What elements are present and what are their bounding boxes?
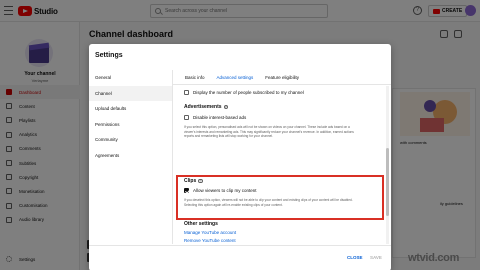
remove-content-link[interactable]: Remove YouTube content [184,238,236,243]
settings-nav-agreements[interactable]: Agreements [89,148,172,164]
manage-account-link[interactable]: Manage YouTube account [184,230,236,235]
settings-nav-permissions[interactable]: Permissions [89,117,172,133]
tabs-divider [173,84,391,85]
footer-divider [89,245,391,246]
close-button[interactable]: CLOSE [347,255,363,260]
subscribers-checkbox[interactable] [184,90,189,95]
advertisements-description: If you select this option, personalised … [184,125,354,139]
settings-nav-upload-defaults[interactable]: Upload defaults [89,101,172,117]
advertisements-heading: Advertisements ? [184,104,229,110]
interest-ads-label: Disable interest-based ads [193,115,247,120]
settings-nav-channel[interactable]: Channel [89,85,172,101]
subscribers-checkbox-label: Display the number of people subscribed … [193,90,304,95]
help-icon[interactable]: ? [223,104,229,110]
settings-nav: General Channel Upload defaults Permissi… [89,70,173,244]
settings-nav-general[interactable]: General [89,70,172,86]
settings-nav-community[interactable]: Community [89,132,172,148]
interest-ads-option[interactable]: Disable interest-based ads [184,115,246,120]
save-button[interactable]: SAVE [370,255,382,260]
interest-ads-checkbox[interactable] [184,115,189,120]
other-settings-heading: Other settings [184,221,218,227]
dialog-title: Settings [95,52,123,59]
subscribers-count-option[interactable]: Display the number of people subscribed … [184,90,304,95]
settings-dialog: Settings General Channel Upload defaults… [89,44,391,270]
clips-highlight-box [176,175,384,220]
scrollbar-thumb[interactable] [386,148,389,216]
settings-content: Display the number of people subscribed … [179,87,379,245]
advertisements-heading-text: Advertisements [184,104,222,110]
watermark: wtvid.com [408,252,460,264]
